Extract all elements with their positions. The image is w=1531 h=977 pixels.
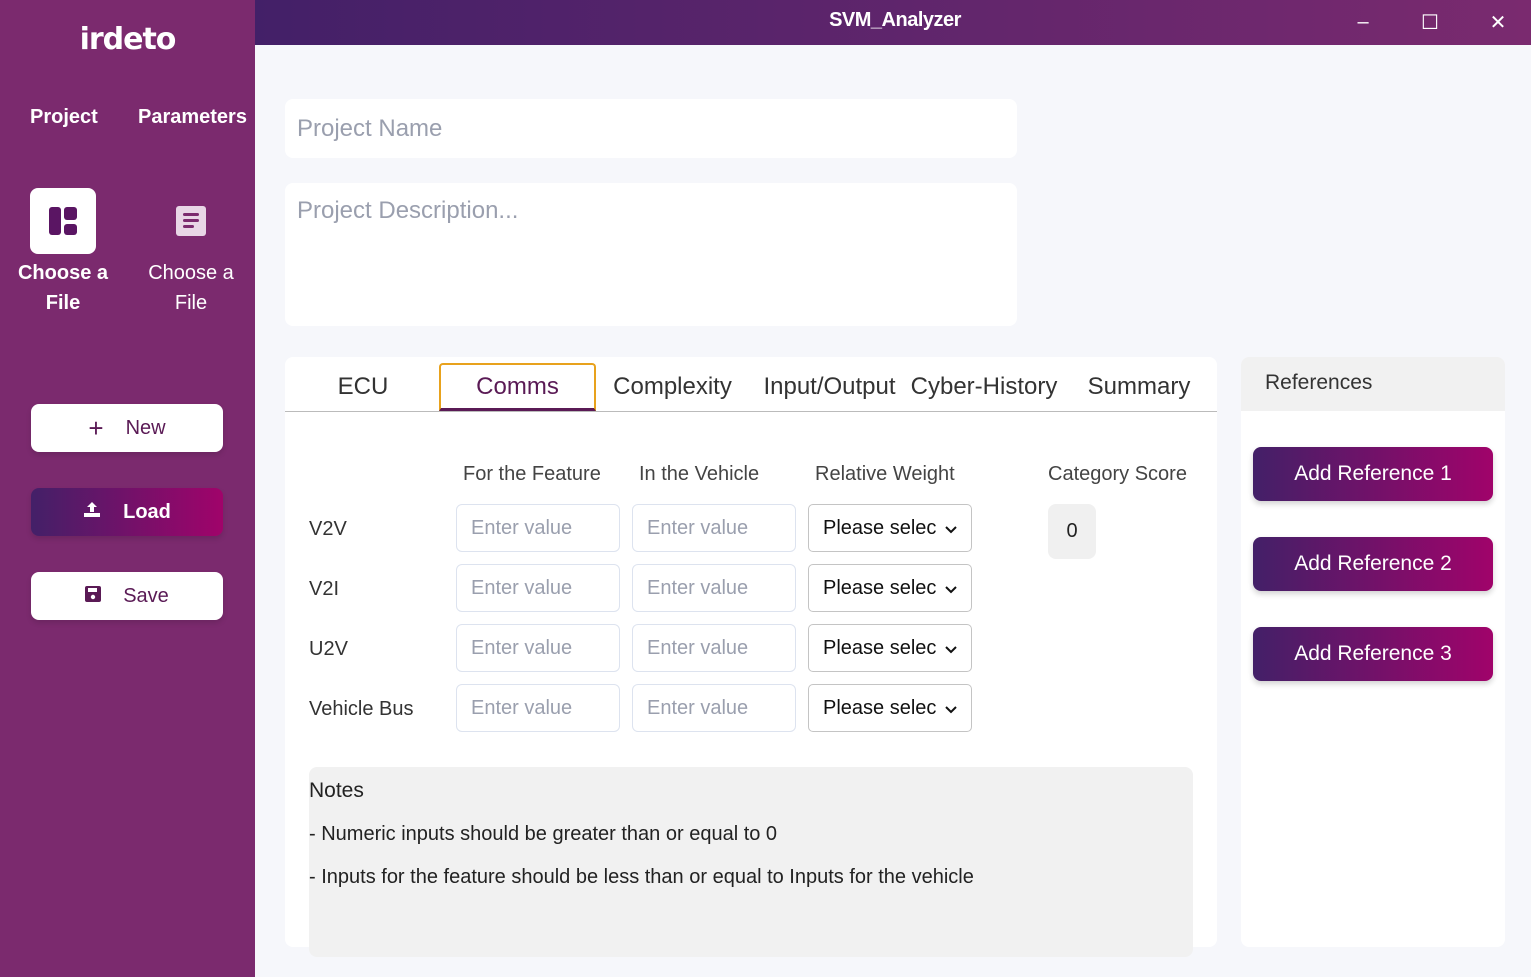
row-label-v2v: V2V bbox=[309, 518, 347, 540]
notes-line: - Numeric inputs should be greater than … bbox=[309, 823, 778, 845]
u2v-vehicle-input[interactable] bbox=[632, 624, 796, 672]
sidebar: irdeto Project Parameters Choose a File … bbox=[0, 0, 255, 977]
floppy-icon bbox=[85, 585, 102, 608]
row-label-u2v: U2V bbox=[309, 638, 348, 660]
sidebar-tab-parameters[interactable]: Parameters bbox=[138, 106, 247, 129]
plus-icon: + bbox=[88, 413, 104, 443]
title-bar: SVM_Analyzer – ☐ ✕ bbox=[255, 0, 1531, 45]
tab-complexity[interactable]: Complexity bbox=[610, 363, 735, 411]
column-header-feature: For the Feature bbox=[463, 463, 601, 485]
add-reference-3-button[interactable]: Add Reference 3 bbox=[1253, 627, 1493, 681]
project-name-input[interactable] bbox=[285, 99, 1017, 158]
minimize-button[interactable]: – bbox=[1330, 0, 1396, 45]
sidebar-tab-project[interactable]: Project bbox=[30, 106, 98, 129]
v2i-weight-value: Please selec bbox=[823, 576, 937, 599]
load-button-label: Load bbox=[123, 500, 171, 523]
tab-input-output[interactable]: Input/Output bbox=[757, 363, 902, 411]
close-button[interactable]: ✕ bbox=[1465, 0, 1531, 45]
v2v-weight-value: Please selec bbox=[823, 516, 937, 539]
v2i-feature-input[interactable] bbox=[456, 564, 620, 612]
upload-icon bbox=[83, 500, 101, 524]
references-title: References bbox=[1241, 357, 1505, 411]
irdeto-logo: irdeto bbox=[79, 22, 177, 57]
chevron-down-icon bbox=[945, 637, 957, 660]
dashboard-icon bbox=[30, 188, 96, 254]
new-button-label: New bbox=[125, 416, 166, 439]
vehicle-bus-vehicle-input[interactable] bbox=[632, 684, 796, 732]
chevron-down-icon bbox=[945, 517, 957, 540]
chevron-down-icon bbox=[945, 697, 957, 720]
save-button-label: Save bbox=[123, 584, 169, 607]
category-tabs: ECU Comms Complexity Input/Output Cyber-… bbox=[285, 357, 1217, 412]
choose-file-label-2: Choose a File bbox=[148, 262, 234, 314]
row-label-vehicle-bus: Vehicle Bus bbox=[309, 698, 414, 720]
vehicle-bus-weight-value: Please selec bbox=[823, 696, 937, 719]
category-score: 0 bbox=[1048, 504, 1096, 559]
document-icon bbox=[158, 188, 224, 254]
add-reference-1-button[interactable]: Add Reference 1 bbox=[1253, 447, 1493, 501]
notes-panel: Notes - Numeric inputs should be greater… bbox=[309, 767, 1193, 957]
vehicle-bus-feature-input[interactable] bbox=[456, 684, 620, 732]
tab-summary[interactable]: Summary bbox=[1085, 363, 1193, 411]
references-panel: References Add Reference 1 Add Reference… bbox=[1241, 357, 1505, 947]
choose-file-label-1: Choose a File bbox=[17, 262, 109, 314]
chevron-down-icon bbox=[945, 577, 957, 600]
v2v-feature-input[interactable] bbox=[456, 504, 620, 552]
v2v-weight-select[interactable]: Please selec bbox=[808, 504, 972, 552]
maximize-button[interactable]: ☐ bbox=[1397, 0, 1463, 45]
maximize-icon: ☐ bbox=[1421, 12, 1439, 34]
v2i-weight-select[interactable]: Please selec bbox=[808, 564, 972, 612]
vehicle-bus-weight-select[interactable]: Please selec bbox=[808, 684, 972, 732]
choose-file-card-1[interactable]: Choose a File bbox=[13, 188, 113, 318]
close-icon: ✕ bbox=[1489, 12, 1507, 34]
u2v-weight-select[interactable]: Please selec bbox=[808, 624, 972, 672]
tab-comms[interactable]: Comms bbox=[439, 363, 596, 411]
column-header-vehicle: In the Vehicle bbox=[639, 463, 760, 485]
v2i-vehicle-input[interactable] bbox=[632, 564, 796, 612]
tab-ecu[interactable]: ECU bbox=[315, 363, 411, 411]
notes-title: Notes bbox=[309, 779, 364, 802]
comms-panel: ECU Comms Complexity Input/Output Cyber-… bbox=[285, 357, 1217, 957]
new-button[interactable]: + New bbox=[31, 404, 223, 452]
save-button[interactable]: Save bbox=[31, 572, 223, 620]
project-description-input[interactable] bbox=[285, 183, 1017, 326]
minimize-icon: – bbox=[1357, 11, 1369, 33]
tab-cyber-history[interactable]: Cyber-History bbox=[910, 363, 1058, 411]
row-label-v2i: V2I bbox=[309, 578, 340, 600]
v2v-vehicle-input[interactable] bbox=[632, 504, 796, 552]
add-reference-2-button[interactable]: Add Reference 2 bbox=[1253, 537, 1493, 591]
choose-file-card-2[interactable]: Choose a File bbox=[141, 188, 241, 318]
u2v-weight-value: Please selec bbox=[823, 636, 937, 659]
load-button[interactable]: Load bbox=[31, 488, 223, 536]
column-header-weight: Relative Weight bbox=[815, 463, 955, 485]
u2v-feature-input[interactable] bbox=[456, 624, 620, 672]
column-header-score: Category Score bbox=[1048, 463, 1187, 485]
notes-line: - Inputs for the feature should be less … bbox=[309, 866, 974, 888]
